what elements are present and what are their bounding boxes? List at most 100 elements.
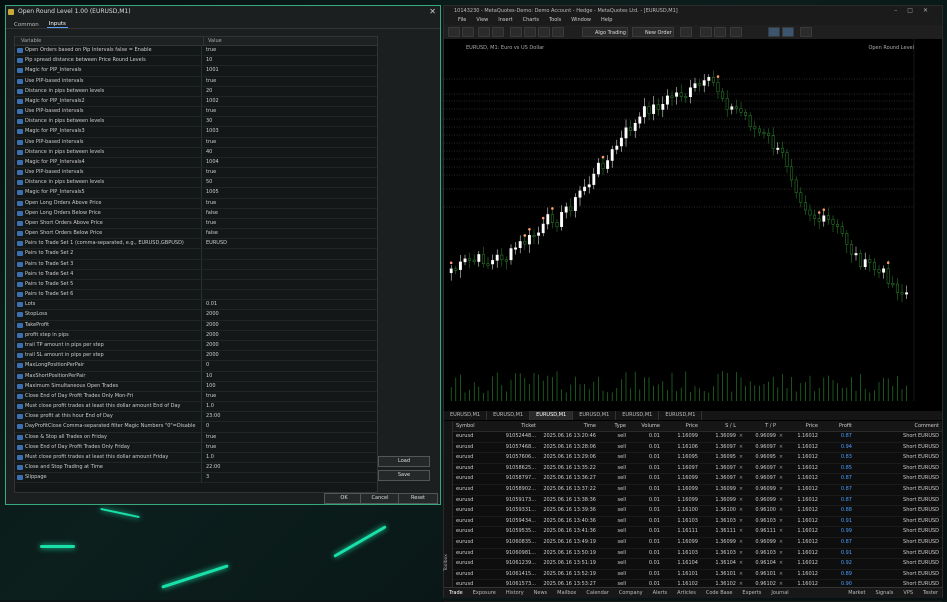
position-sl[interactable]: 1.36099 xyxy=(700,538,738,548)
param-row[interactable]: Magic for PIP_Intervals3 1003 xyxy=(15,127,377,138)
param-row[interactable]: Open Short Orders Below Price false xyxy=(15,229,377,240)
param-row[interactable]: Open Short Orders Above Price true xyxy=(15,218,377,230)
position-sl[interactable]: 1.36099 xyxy=(700,432,738,442)
param-row[interactable]: Pairs to Trade Set 2 xyxy=(15,249,377,260)
param-row[interactable]: Use PIP-based intervals true xyxy=(15,168,377,179)
param-value[interactable]: 1005 xyxy=(201,188,377,198)
param-row[interactable]: Close End of Day Profit Trades Only Mon-… xyxy=(15,391,377,403)
clear-tp-icon[interactable]: × xyxy=(778,474,786,484)
new-order-button[interactable]: New Order xyxy=(632,27,674,37)
position-row[interactable]: eurusd 91059331... 2025.06.16 13:39:36 sell… xyxy=(444,506,942,517)
param-value[interactable]: true xyxy=(201,391,377,402)
reset-button[interactable]: Reset xyxy=(398,493,438,504)
position-row[interactable]: eurusd 91058902... 2025.06.16 13:37:22 sell… xyxy=(444,485,942,496)
param-row[interactable]: profit step in pips 2000 xyxy=(15,330,377,341)
param-row[interactable]: Magic for PIP_Intervals 1001 xyxy=(15,66,377,77)
save-button[interactable]: Save xyxy=(378,470,430,481)
tab-calendar[interactable]: Calendar xyxy=(581,588,613,598)
position-sl[interactable]: 1.36100 xyxy=(700,506,738,516)
position-sl[interactable]: 1.36097 xyxy=(700,474,738,484)
param-row[interactable]: Pairs to Trade Set 1 (comma-separated, e… xyxy=(15,239,377,250)
param-value[interactable]: 50 xyxy=(201,178,377,188)
param-value[interactable]: 2000 xyxy=(201,320,377,330)
clear-sl-icon[interactable]: × xyxy=(738,506,746,516)
clear-tp-icon[interactable]: × xyxy=(778,549,786,559)
timeframe-button[interactable] xyxy=(462,27,474,37)
param-row[interactable]: Lots 0.01 xyxy=(15,300,377,311)
clear-sl-icon[interactable]: × xyxy=(738,485,746,495)
position-sl[interactable]: 1.36103 xyxy=(700,549,738,559)
price-chart[interactable]: EURUSD, M1: Euro vs US Dollar Open Round… xyxy=(444,39,942,409)
position-tp[interactable]: 0.96100 xyxy=(746,506,778,516)
clear-sl-icon[interactable]: × xyxy=(738,432,746,442)
col-time[interactable]: Time xyxy=(538,421,598,431)
param-row[interactable]: Slippage 3 xyxy=(15,473,377,484)
param-value[interactable]: 1003 xyxy=(201,127,377,137)
menu-tools[interactable]: Tools xyxy=(549,16,561,25)
col-comment[interactable]: Comment xyxy=(854,421,942,431)
clear-sl-icon[interactable]: × xyxy=(738,453,746,463)
market-link[interactable]: Market xyxy=(848,588,865,598)
zoom-out-button[interactable] xyxy=(714,27,726,37)
param-row[interactable]: Close End of Day Profit Trades Only Frid… xyxy=(15,442,377,453)
chart-tab-active[interactable]: EURUSD,M1 xyxy=(530,411,574,420)
col-ticket[interactable]: Ticket xyxy=(496,421,538,431)
position-sl[interactable]: 1.36099 xyxy=(700,485,738,495)
position-sl[interactable]: 1.36095 xyxy=(700,453,738,463)
position-sl[interactable]: 1.36097 xyxy=(700,443,738,453)
param-row[interactable]: trail TP amount in pips per step 2000 xyxy=(15,340,377,352)
param-value[interactable]: true xyxy=(201,218,377,229)
param-value[interactable] xyxy=(201,249,377,259)
tab-code-base[interactable]: Code Base xyxy=(701,588,738,598)
param-value[interactable]: 22:00 xyxy=(201,463,377,473)
clear-sl-icon[interactable]: × xyxy=(738,517,746,527)
param-value[interactable]: 40 xyxy=(201,147,377,157)
position-sl[interactable]: 1.36103 xyxy=(700,517,738,527)
clear-sl-icon[interactable]: × xyxy=(738,496,746,506)
clear-tp-icon[interactable]: × xyxy=(778,517,786,527)
param-row[interactable]: Open Orders based on Pip Intervals false… xyxy=(15,46,377,57)
param-value[interactable]: true xyxy=(201,168,377,178)
position-tp[interactable]: 0.96099 xyxy=(746,485,778,495)
param-value[interactable]: 10 xyxy=(201,371,377,381)
param-row[interactable]: Pairs to Trade Set 4 xyxy=(15,269,377,280)
param-value[interactable] xyxy=(201,259,377,269)
ok-button[interactable]: OK xyxy=(324,493,364,504)
autoscroll-button[interactable] xyxy=(768,27,780,37)
position-tp[interactable]: 0.96097 xyxy=(746,464,778,474)
terminal-titlebar[interactable]: 10143230 - MetaQuotes-Demo: Demo Account… xyxy=(444,6,942,16)
position-tp[interactable]: 0.96099 xyxy=(746,432,778,442)
param-value[interactable]: 23:00 xyxy=(201,412,377,422)
param-row[interactable]: Close profit at this hour End of Day 23:0… xyxy=(15,412,377,423)
param-value[interactable] xyxy=(201,290,377,300)
param-value[interactable]: false xyxy=(201,208,377,218)
clear-sl-icon[interactable]: × xyxy=(738,474,746,484)
param-value[interactable]: true xyxy=(201,432,377,442)
position-tp[interactable]: 0.96101 xyxy=(746,570,778,580)
param-value[interactable]: 0 xyxy=(201,422,377,432)
param-value[interactable]: true xyxy=(201,442,377,452)
window-controls[interactable]: –□✕ xyxy=(894,6,938,16)
menu-charts[interactable]: Charts xyxy=(523,16,539,25)
position-tp[interactable]: 0.96111 xyxy=(746,527,778,537)
position-row[interactable]: eurusd 91061415... 2025.06.16 13:52:19 sell… xyxy=(444,570,942,581)
param-row[interactable]: Magic for PIP_Intervals5 1005 xyxy=(15,188,377,199)
strategy-button[interactable] xyxy=(552,27,564,37)
param-value[interactable]: 0 xyxy=(201,361,377,371)
tab-journal[interactable]: Journal xyxy=(766,588,793,598)
clear-sl-icon[interactable]: × xyxy=(738,527,746,537)
tester-link[interactable]: Tester xyxy=(923,588,938,598)
position-row[interactable]: eurusd 91058797... 2025.06.16 13:36:27 sell… xyxy=(444,474,942,485)
param-value[interactable]: EURUSD xyxy=(201,239,377,249)
col-profit[interactable]: Profit xyxy=(820,421,854,431)
param-value[interactable]: 1001 xyxy=(201,66,377,76)
clear-tp-icon[interactable]: × xyxy=(778,432,786,442)
tab-articles[interactable]: Articles xyxy=(672,588,701,598)
param-row[interactable]: trail SL amount in pips per step 2000 xyxy=(15,351,377,362)
dialog-titlebar[interactable]: Open Round Level 1.00 (EURUSD,M1) ✕ xyxy=(6,6,440,18)
vps-link[interactable]: VPS xyxy=(903,588,913,598)
position-row[interactable]: eurusd 91060981... 2025.06.16 13:50:19 sell… xyxy=(444,549,942,560)
position-row[interactable]: eurusd 91058625... 2025.06.16 13:35:22 sell… xyxy=(444,464,942,475)
param-row[interactable]: Use PIP-based intervals true xyxy=(15,137,377,148)
param-row[interactable]: DayProfitClose Comma-separated filter Ma… xyxy=(15,422,377,433)
